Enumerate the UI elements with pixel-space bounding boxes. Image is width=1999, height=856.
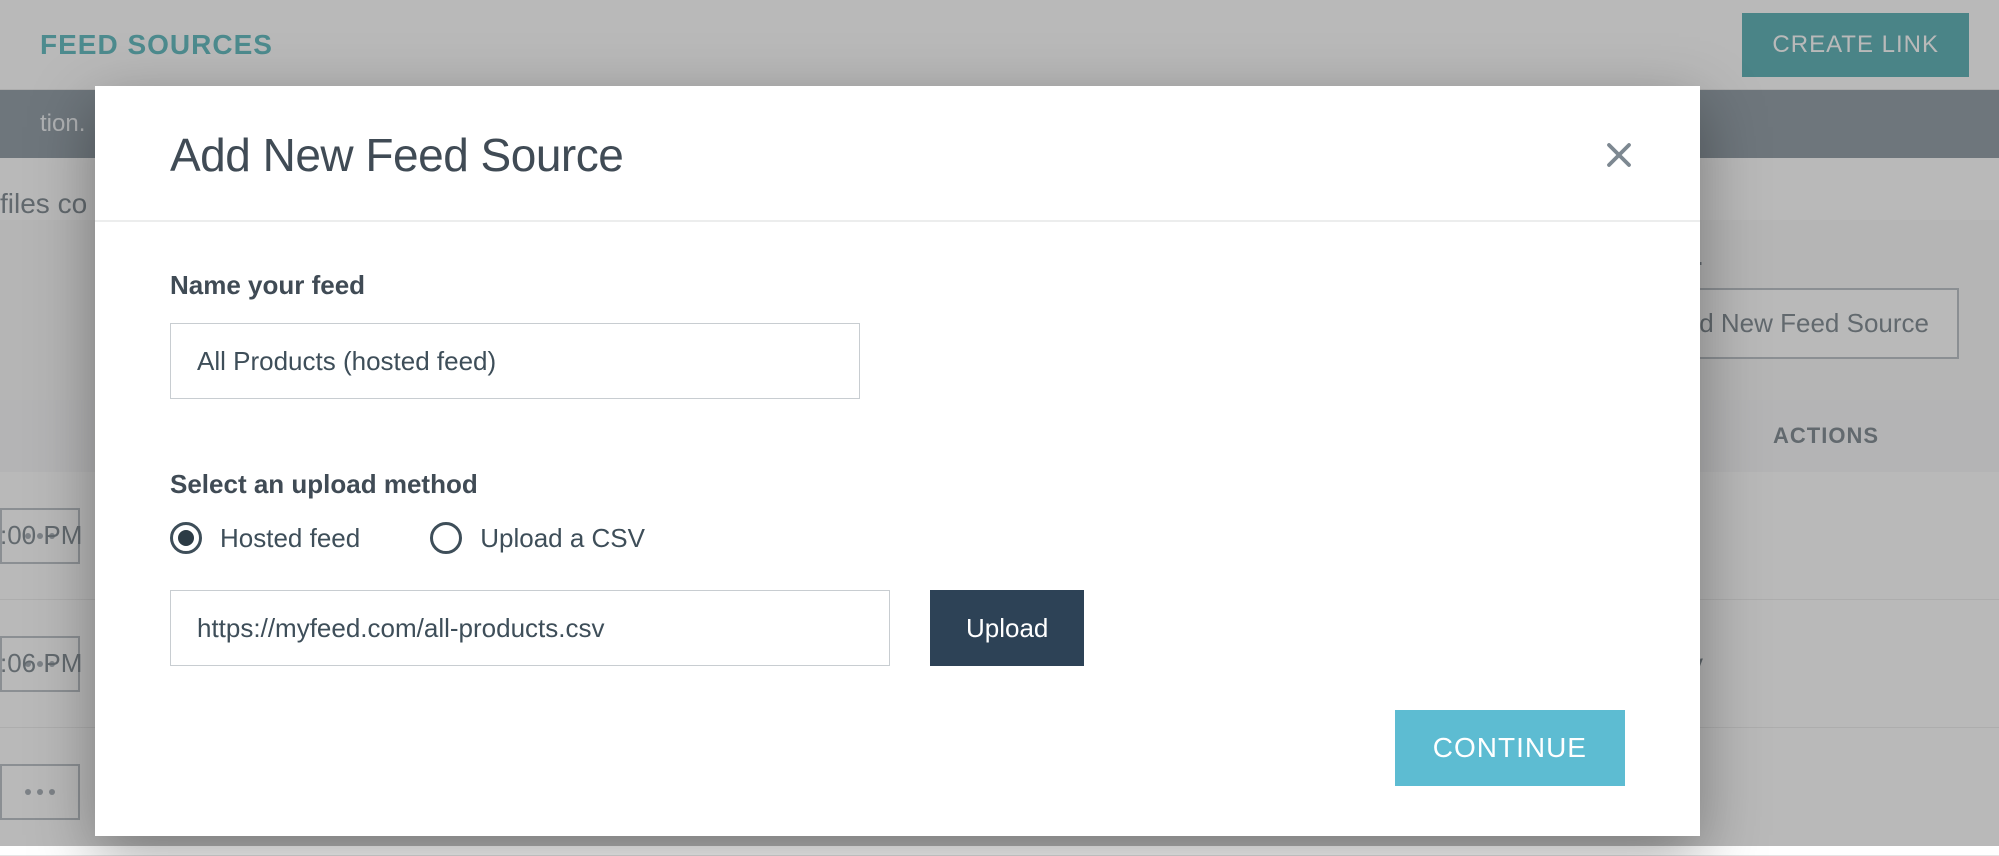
modal-title: Add New Feed Source: [170, 128, 623, 182]
upload-method-label: Select an upload method: [170, 469, 1625, 500]
upload-method-radio-group: Hosted feed Upload a CSV: [170, 522, 1625, 554]
name-feed-label: Name your feed: [170, 270, 1625, 301]
upload-button[interactable]: Upload: [930, 590, 1084, 666]
modal-header: Add New Feed Source: [95, 86, 1700, 222]
add-feed-source-modal: Add New Feed Source Name your feed Selec…: [95, 86, 1700, 836]
radio-icon: [170, 522, 202, 554]
url-row: Upload: [170, 590, 1625, 666]
modal-body: Name your feed Select an upload method H…: [95, 222, 1700, 666]
modal-footer: CONTINUE: [95, 666, 1700, 786]
radio-upload-csv[interactable]: Upload a CSV: [430, 522, 645, 554]
radio-csv-label: Upload a CSV: [480, 523, 645, 554]
radio-hosted-feed[interactable]: Hosted feed: [170, 522, 360, 554]
radio-icon: [430, 522, 462, 554]
continue-button[interactable]: CONTINUE: [1395, 710, 1625, 786]
close-icon: [1604, 140, 1634, 170]
radio-hosted-label: Hosted feed: [220, 523, 360, 554]
feed-name-input[interactable]: [170, 323, 860, 399]
close-button[interactable]: [1598, 134, 1640, 176]
feed-url-input[interactable]: [170, 590, 890, 666]
